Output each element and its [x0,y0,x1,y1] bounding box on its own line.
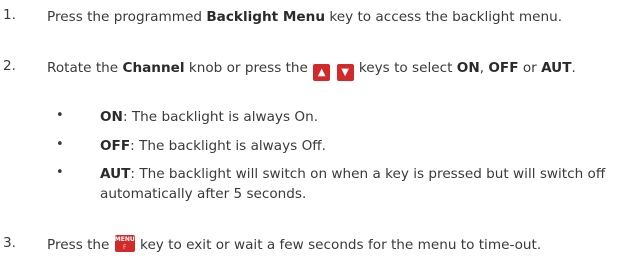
bullet-dot: • [56,137,64,152]
backlight-menu-key-name: Backlight Menu [206,9,326,25]
bullet-dot: • [56,108,64,123]
step-text: Rotate the Channel knob or press the ▲ ▼… [47,58,609,81]
up-arrow-key-icon: ▲ [313,64,331,81]
bullet-dot: • [56,165,64,180]
menu-key-icon: MENU F [114,235,135,252]
step-number: 3. [3,235,16,251]
step-number: 1. [3,7,16,23]
channel-knob-name: Channel [122,60,185,76]
down-arrow-key-icon: ▼ [336,64,354,81]
step-number: 2. [3,58,16,74]
step-text: Press the programmed Backlight Menu key … [47,9,563,25]
option-aut: AUT [541,60,572,76]
step-text: Press the MENU F key to exit or wait a fe… [47,235,542,253]
bullet-text: ON: The backlight is always On. [100,109,319,125]
bullet-text: OFF: The backlight is always Off. [100,138,326,154]
bullet-text: AUT: The backlight will switch on when a… [100,166,606,202]
option-off: OFF [488,60,519,76]
option-on: ON [456,60,480,76]
